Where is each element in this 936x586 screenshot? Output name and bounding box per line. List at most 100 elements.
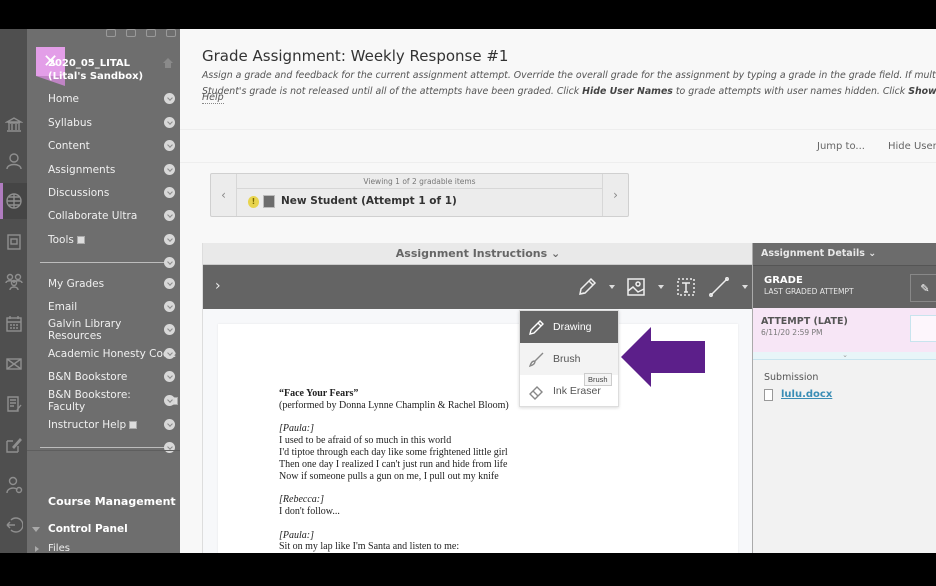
sidebar-item-instructor-help[interactable]: Instructor Help: [48, 415, 178, 435]
files-item[interactable]: Files: [48, 543, 70, 553]
assignment-instructions-toggle[interactable]: Assignment Instructions ⌄: [203, 243, 753, 265]
assignment-details-toggle[interactable]: Assignment Details ⌄: [753, 243, 936, 265]
page-description: Assign a grade and feedback for the curr…: [202, 68, 936, 100]
jump-to-button[interactable]: Jump to...: [817, 141, 865, 152]
sign-out-icon[interactable]: [0, 507, 27, 543]
item-options-chevron-icon[interactable]: [164, 140, 175, 151]
reorder-icon[interactable]: [126, 29, 136, 37]
messages-icon[interactable]: [0, 346, 27, 382]
submission-file-link[interactable]: lulu.docx: [781, 389, 832, 400]
image-icon[interactable]: [625, 276, 647, 298]
hide-user-names-button[interactable]: Hide User: [888, 141, 936, 152]
sidebar-item-label: Galvin Library Resources: [48, 318, 122, 342]
item-options-chevron-icon[interactable]: [164, 164, 175, 175]
help-link[interactable]: Help: [202, 92, 224, 104]
next-attempt-button[interactable]: ›: [602, 174, 628, 216]
item-options-chevron-icon[interactable]: [164, 395, 175, 406]
pencil-icon: ✎: [920, 281, 930, 295]
course-title[interactable]: 2020_05_LITAL (Lital's Sandbox): [48, 57, 160, 83]
window-icon[interactable]: [166, 29, 176, 37]
institution-icon[interactable]: [0, 107, 27, 143]
sidebar-item-tools[interactable]: Tools: [48, 230, 178, 250]
sidebar-item-b-n-bookstore-faculty[interactable]: B&N Bookstore: Faculty: [48, 389, 178, 413]
item-options-chevron-icon[interactable]: [164, 117, 175, 128]
sidebar-item-label: Collaborate Ultra: [48, 210, 138, 222]
collapse-arrow-icon[interactable]: [32, 527, 40, 532]
sidebar-item-my-grades[interactable]: My Grades: [48, 274, 178, 294]
student-name[interactable]: New Student (Attempt 1 of 1): [281, 195, 457, 207]
pencil-dropdown-caret[interactable]: [609, 285, 615, 289]
courses-icon[interactable]: [0, 183, 27, 219]
image-dropdown-caret[interactable]: [658, 285, 664, 289]
sidebar-item-galvin-library-resources[interactable]: Galvin Library Resources: [48, 318, 178, 342]
menu-item-drawing[interactable]: Drawing: [520, 311, 618, 343]
course-management-title: Course Management: [48, 495, 176, 508]
sidebar-item-content[interactable]: Content: [48, 136, 178, 156]
item-options-chevron-icon[interactable]: [164, 371, 175, 382]
lyric-line: Sit on my lap like I'm Santa and listen …: [279, 541, 460, 553]
sidebar-item-label: Academic Honesty Code: [48, 348, 177, 360]
sidebar-item-label: Content: [48, 140, 90, 152]
student-navigator: ‹ Viewing 1 of 2 gradable items ! New St…: [210, 173, 629, 217]
sidebar-item-syllabus[interactable]: Syllabus: [48, 113, 178, 133]
menu-divider: [40, 447, 168, 448]
brush-icon: [528, 352, 544, 368]
eraser-icon: [529, 386, 543, 400]
needs-grading-icon: !: [248, 196, 259, 208]
refresh-icon[interactable]: [146, 29, 156, 37]
calendar-icon[interactable]: [0, 306, 27, 342]
drawing-tool-menu: Drawing Brush Ink Eraser: [519, 310, 619, 407]
text-box-icon[interactable]: [675, 276, 697, 298]
item-options-chevron-icon[interactable]: [164, 187, 175, 198]
external-link-icon: [129, 421, 138, 429]
item-options-chevron-icon[interactable]: [164, 301, 175, 312]
sidebar-item-collaborate-ultra[interactable]: Collaborate Ultra: [48, 206, 178, 226]
line-icon[interactable]: [708, 276, 730, 298]
sidebar-item-academic-honesty-code[interactable]: Academic Honesty Code: [48, 344, 178, 364]
sidebar-item-assignments[interactable]: Assignments: [48, 160, 178, 180]
description-line: Assign a grade and feedback for the curr…: [202, 70, 936, 81]
home-icon[interactable]: [162, 57, 174, 69]
control-panel-toggle[interactable]: Control Panel: [48, 523, 128, 535]
tools-icon[interactable]: [0, 427, 27, 463]
sidebar-item-b-n-bookstore[interactable]: B&N Bookstore: [48, 367, 178, 387]
external-link-icon: [76, 236, 85, 244]
sidebar-item-email[interactable]: Email: [48, 297, 178, 317]
pencil-icon: [529, 320, 544, 335]
organizations-icon[interactable]: [0, 224, 27, 260]
profile-icon[interactable]: [0, 143, 27, 179]
divider-chevron-icon[interactable]: [164, 257, 175, 268]
tooltip: Brush: [584, 373, 612, 386]
menu-item-label: Brush: [553, 353, 581, 365]
menu-item-brush[interactable]: Brush: [520, 343, 618, 375]
page-title: Grade Assignment: Weekly Response #1: [202, 47, 509, 65]
previous-attempt-button[interactable]: ‹: [211, 174, 237, 216]
attempt-grade-input[interactable]: [910, 315, 936, 342]
document-viewer: Assignment Instructions ⌄ › “Face Your F…: [202, 243, 753, 553]
item-options-chevron-icon[interactable]: [164, 210, 175, 221]
sidebar-item-home[interactable]: Home: [48, 89, 178, 109]
item-options-chevron-icon[interactable]: [164, 278, 175, 289]
description-line: Student's grade is not released until al…: [202, 84, 936, 100]
groups-icon[interactable]: [0, 264, 27, 300]
lyric-line: I used to be afraid of so much in this w…: [279, 435, 452, 447]
expand-arrow-icon[interactable]: [35, 546, 39, 552]
item-options-chevron-icon[interactable]: [164, 324, 175, 335]
grades-icon[interactable]: [0, 386, 27, 422]
line-dropdown-caret[interactable]: [742, 285, 748, 289]
song-title: “Face Your Fears”: [279, 388, 359, 399]
item-options-chevron-icon[interactable]: [164, 93, 175, 104]
add-menu-item-icon[interactable]: [106, 29, 116, 37]
attempt-expand-toggle[interactable]: ⌄: [753, 352, 936, 360]
item-options-chevron-icon[interactable]: [164, 234, 175, 245]
edit-grade-button[interactable]: ✎: [910, 274, 936, 302]
pencil-icon[interactable]: [576, 276, 598, 298]
sidebar-item-discussions[interactable]: Discussions: [48, 183, 178, 203]
expand-sidebar-button[interactable]: ›: [215, 278, 221, 294]
item-options-chevron-icon[interactable]: [164, 348, 175, 359]
stanza-gap: [279, 482, 509, 494]
user-admin-icon[interactable]: [0, 467, 27, 503]
sidebar-item-label: Discussions: [48, 187, 110, 199]
file-icon: [764, 389, 773, 401]
item-options-chevron-icon[interactable]: [164, 419, 175, 430]
